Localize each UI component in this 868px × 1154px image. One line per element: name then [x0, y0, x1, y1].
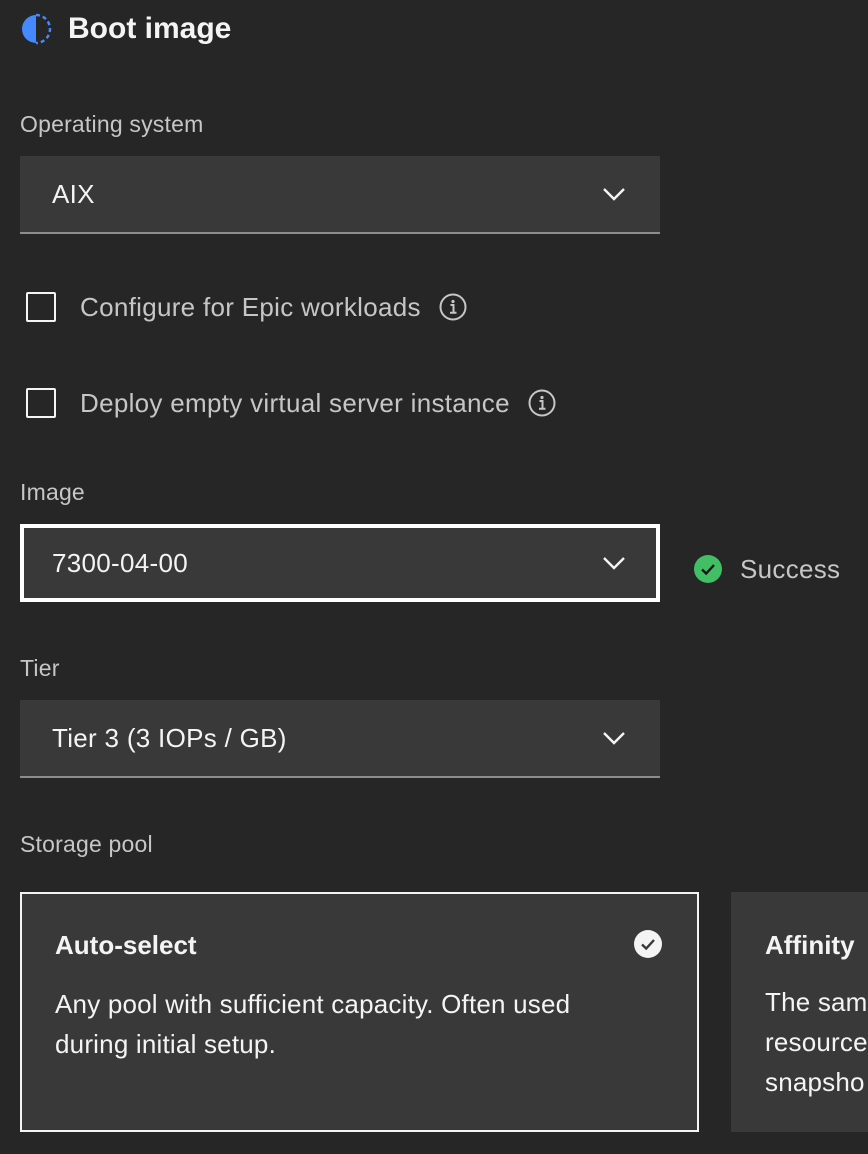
tier-label: Tier	[20, 655, 60, 681]
chevron-down-icon	[603, 732, 625, 745]
half-moon-icon	[22, 13, 52, 45]
section-header: Boot image	[20, 12, 231, 46]
storage-pool-label: Storage pool	[20, 831, 153, 857]
boot-image-panel: Boot image Operating system AIX Configur…	[0, 0, 868, 1154]
epic-workloads-label: Configure for Epic workloads	[80, 291, 421, 322]
checkmark-filled-icon	[694, 555, 722, 583]
epic-workloads-row: Configure for Epic workloads	[26, 287, 467, 327]
tier-select[interactable]: Tier 3 (3 IOPs / GB)	[20, 700, 660, 778]
checkmark-filled-icon	[634, 930, 662, 958]
image-value: 7300-04-00	[52, 547, 188, 578]
empty-vsi-row: Deploy empty virtual server instance	[26, 383, 556, 423]
chevron-down-icon	[603, 557, 625, 570]
image-label: Image	[20, 479, 85, 505]
operating-system-label: Operating system	[20, 111, 204, 137]
info-icon[interactable]	[439, 293, 467, 321]
info-icon[interactable]	[528, 389, 556, 417]
empty-vsi-label: Deploy empty virtual server instance	[80, 387, 510, 418]
epic-workloads-checkbox[interactable]	[26, 292, 56, 322]
operating-system-value: AIX	[52, 178, 95, 209]
storage-pool-tile-affinity[interactable]: Affinity The sam resource snapsho	[731, 892, 868, 1132]
storage-pool-tile-auto-select[interactable]: Auto-select Any pool with sufficient cap…	[20, 892, 699, 1132]
image-select[interactable]: 7300-04-00	[20, 524, 660, 602]
chevron-down-icon	[603, 188, 625, 201]
tile-description: Any pool with sufficient capacity. Often…	[55, 989, 571, 1059]
tile-title: Auto-select	[55, 930, 197, 960]
tile-description: The sam resource snapsho	[765, 987, 868, 1097]
tile-title: Affinity	[765, 930, 855, 960]
section-title: Boot image	[68, 12, 232, 45]
empty-vsi-checkbox[interactable]	[26, 388, 56, 418]
operating-system-select[interactable]: AIX	[20, 156, 660, 234]
image-status: Success	[694, 554, 840, 584]
image-status-text: Success	[740, 553, 841, 584]
tier-value: Tier 3 (3 IOPs / GB)	[52, 722, 287, 753]
